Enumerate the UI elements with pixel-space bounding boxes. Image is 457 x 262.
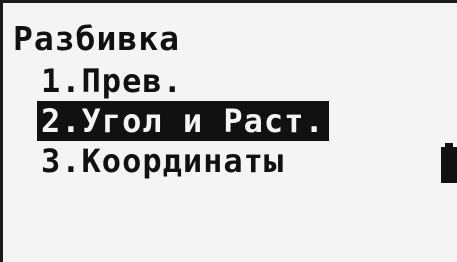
menu-item-label: 2.Угол и Раст.: [37, 101, 329, 141]
stakeout-menu: 1.Прев. 2.Угол и Раст. 3.Координаты: [37, 61, 329, 181]
screen-title: Разбивка: [13, 19, 180, 58]
menu-item-angle-distance[interactable]: 2.Угол и Раст.: [37, 101, 329, 141]
battery-icon: [441, 143, 457, 183]
menu-item-coordinates[interactable]: 3.Координаты: [37, 141, 329, 181]
menu-item-label: 3.Координаты: [41, 142, 285, 180]
menu-item-prev[interactable]: 1.Прев.: [37, 61, 329, 101]
menu-item-label: 1.Прев.: [41, 62, 183, 100]
instrument-screen: Разбивка 1.Прев. 2.Угол и Раст. 3.Коорди…: [0, 0, 457, 262]
